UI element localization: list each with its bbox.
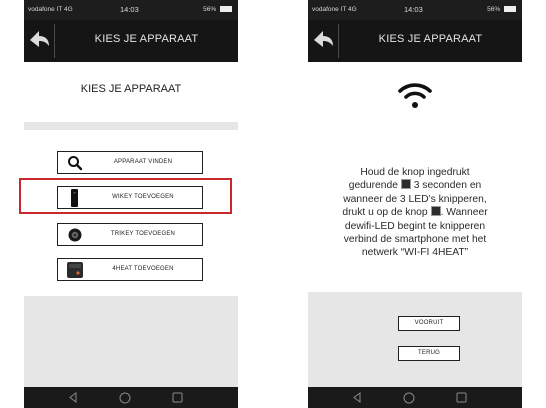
android-nav-bar	[308, 387, 522, 408]
search-icon	[68, 156, 83, 171]
nav-recents-icon[interactable]	[456, 392, 467, 403]
nav-back-icon[interactable]	[352, 392, 362, 403]
carrier-label: vodafone IT 4G	[312, 6, 357, 13]
header-bar: KIES JE APPARAAT	[24, 20, 238, 62]
instruction-line: netwerk “WI-FI 4HEAT”	[361, 247, 469, 259]
header-title: KIES JE APPARAAT	[378, 33, 483, 45]
back-step-button[interactable]: TERUG	[398, 346, 460, 361]
nav-recents-icon[interactable]	[172, 392, 183, 403]
nav-home-icon[interactable]	[403, 392, 415, 404]
status-bar: vodafone IT 4G 14:03 56%	[24, 0, 238, 20]
instruction-line: dewifi-LED begint te knipperen	[344, 220, 486, 232]
add-trikey-label: TRIKEY TOEVOEGEN	[110, 231, 176, 237]
find-device-button[interactable]: APPARAAT VINDEN	[57, 151, 203, 174]
4heat-device-icon	[67, 262, 83, 278]
find-device-label: APPARAAT VINDEN	[113, 159, 173, 165]
trikey-device-icon	[68, 228, 82, 242]
button-square-icon	[430, 206, 441, 217]
back-button[interactable]	[308, 20, 338, 62]
instruction-line: gedurende 3 seconden en	[348, 179, 482, 192]
instruction-line: wanneer de 3 LED’s knipperen,	[343, 193, 487, 205]
nav-home-icon[interactable]	[119, 392, 131, 404]
android-nav-bar	[24, 387, 238, 408]
instruction-line: verbind de smartphone met het	[343, 234, 487, 246]
back-button[interactable]	[24, 20, 54, 62]
carrier-label: vodafone IT 4G	[28, 6, 73, 13]
add-trikey-button[interactable]: TRIKEY TOEVOEGEN	[57, 223, 203, 246]
clock: 14:03	[404, 5, 423, 14]
battery-status: 56%	[203, 6, 232, 13]
title-panel: KIES JE APPARAAT	[24, 62, 238, 122]
header-bar: KIES JE APPARAAT	[308, 20, 522, 62]
nav-back-icon[interactable]	[68, 392, 78, 403]
status-bar: vodafone IT 4G 14:03 56%	[308, 0, 522, 20]
back-arrow-icon	[30, 31, 49, 47]
battery-icon	[504, 6, 516, 13]
add-4heat-label: 4HEAT TOEVOEGEN	[112, 266, 174, 272]
instruction-line: drukt u op de knop . Wanneer	[342, 206, 488, 219]
button-square-icon	[400, 179, 411, 190]
battery-icon	[220, 6, 232, 13]
back-arrow-icon	[314, 31, 333, 47]
add-4heat-button[interactable]: 4HEAT TOEVOEGEN	[57, 258, 203, 281]
phone-screen-right: vodafone IT 4G 14:03 56% KIES JE APPARAA…	[308, 0, 522, 408]
header-title: KIES JE APPARAAT	[94, 33, 199, 45]
battery-status: 56%	[487, 6, 516, 13]
highlight-box	[19, 178, 232, 214]
instruction-line: Houd de knop ingedrukt	[360, 167, 470, 178]
panel-title: KIES JE APPARAAT	[80, 83, 182, 95]
next-button[interactable]: VOORUIT	[398, 316, 460, 331]
battery-percent: 56%	[203, 6, 217, 13]
wifi-icon	[398, 83, 432, 108]
clock: 14:03	[120, 5, 139, 14]
instruction-text: Houd de knop ingedrukt gedurende 3 secon…	[314, 166, 516, 260]
battery-percent: 56%	[487, 6, 501, 13]
